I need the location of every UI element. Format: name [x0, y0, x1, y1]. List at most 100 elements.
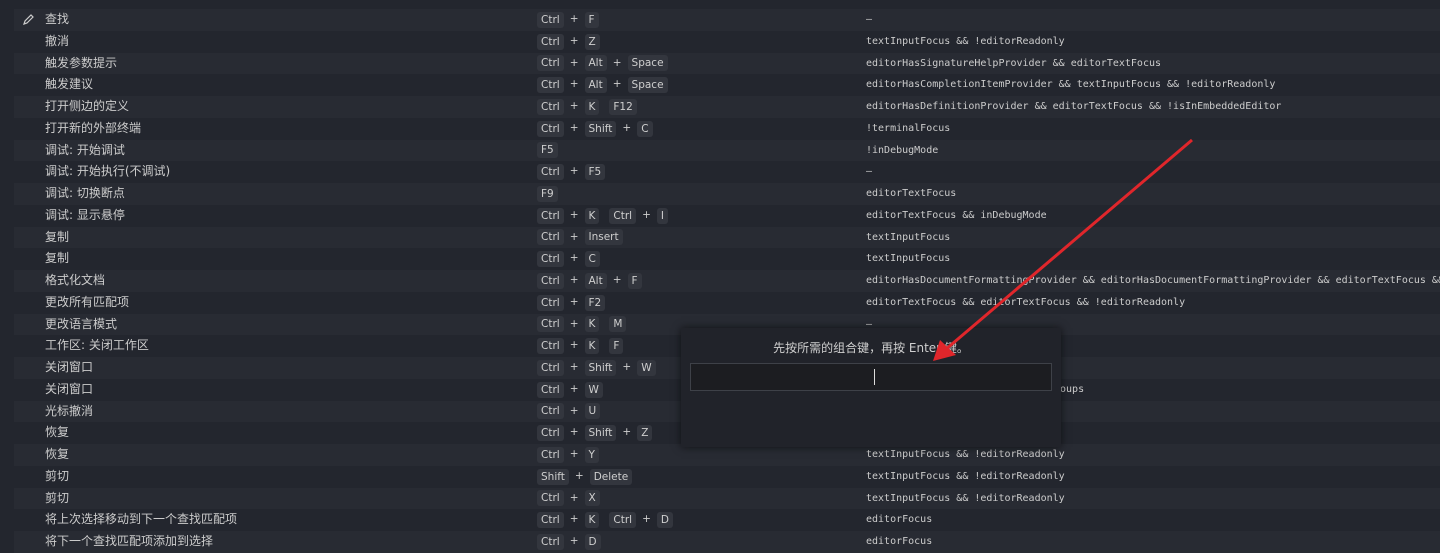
command-label: 格式化文档: [45, 273, 106, 287]
key-cap: F9: [537, 185, 558, 202]
key-cap: Z: [637, 425, 653, 442]
keybinding-row[interactable]: 调试: 开始调试 F5 !inDebugMode: [14, 139, 1440, 162]
key-cap: Delete: [589, 468, 633, 485]
when-clause: textInputFocus && !editorReadonly: [866, 470, 1065, 482]
keybinding-row[interactable]: 复制 Ctrl + Insert textInputFocus: [14, 226, 1440, 249]
key-cap: X: [584, 490, 600, 507]
key-cap: K: [584, 98, 600, 115]
key-cap: Ctrl: [537, 359, 564, 376]
keybinding-row[interactable]: 格式化文档 Ctrl + Alt + F editorHasDocumentFormatti…: [14, 270, 1440, 292]
key-cap: Space: [627, 77, 668, 94]
when-clause: —: [866, 14, 873, 25]
command-label: 复制: [45, 229, 70, 244]
key-cap: D: [584, 533, 601, 550]
key-cap: U: [584, 403, 601, 420]
keybinding-input[interactable]: [690, 363, 1052, 391]
keybinding-row[interactable]: 复制 Ctrl + C textInputFocus: [14, 248, 1440, 270]
key-cap: Ctrl: [537, 316, 564, 333]
plus-separator: +: [569, 208, 579, 221]
keybinding-row[interactable]: 查找 Ctrl + F —: [14, 9, 1440, 31]
plus-separator: +: [569, 426, 579, 439]
key-cap: F5: [584, 164, 606, 181]
key-cap: Ctrl: [537, 512, 564, 529]
when-clause: editorHasSignatureHelpProvider && editor…: [866, 57, 1162, 69]
key-cap: Z: [584, 33, 600, 50]
key-cap: Space: [627, 55, 668, 72]
plus-separator: +: [622, 426, 632, 439]
keybinding-row[interactable]: 调试: 显示悬停 Ctrl + K Ctrl + IeditorTextFocus && i…: [14, 205, 1440, 227]
keybinding-row[interactable]: 触发建议 Ctrl + Alt + Space editorHasCompletionIte…: [14, 74, 1440, 96]
command-label: 关闭窗口: [45, 360, 94, 374]
keybinding-row[interactable]: 恢复 Ctrl + YtextInputFocus && !editorReadonl…: [14, 444, 1440, 466]
key-cap: Alt: [584, 272, 607, 289]
key-cap: Alt: [584, 77, 607, 94]
key-cap: Insert: [584, 229, 623, 246]
plus-separator: +: [569, 535, 579, 547]
keybinding-keys: Ctrl + Alt + F: [537, 270, 642, 292]
key-cap: Ctrl: [537, 207, 564, 224]
keybinding-row[interactable]: 打开新的外部终端 Ctrl + Shift + C !terminalFocus: [14, 118, 1440, 140]
keybinding-row[interactable]: 将下一个查找匹配项添加到选择 Ctrl + DeditorFocus: [14, 531, 1440, 553]
plus-separator: +: [569, 252, 579, 265]
when-clause: !inDebugMode: [866, 144, 939, 156]
keybinding-row[interactable]: 打开侧边的定义 Ctrl + K F12 editorHasDefinitionProvi…: [14, 96, 1440, 118]
keybinding-row[interactable]: 剪切 Shift + Delete textInputFocus && !editorR…: [14, 466, 1440, 488]
keybinding-row[interactable]: 撤消 Ctrl + ZtextInputFocus && !editorReadonl…: [14, 31, 1440, 53]
command-label: 更改语言模式: [45, 316, 118, 331]
command-label: 查找: [45, 12, 70, 26]
keybinding-row[interactable]: 触发参数提示 Ctrl + Alt + Space editorHasSignatureHe…: [14, 52, 1440, 75]
key-cap: C: [637, 120, 653, 137]
plus-separator: +: [612, 56, 622, 69]
key-cap: Ctrl: [537, 272, 564, 289]
key-cap: Ctrl: [537, 446, 564, 463]
keybinding-row[interactable]: 将上次选择移动到下一个查找匹配项 Ctrl + K Ctrl + DeditorFocus: [14, 509, 1440, 531]
when-clause: editorFocus: [866, 536, 933, 547]
key-cap: F2: [584, 294, 606, 311]
key-cap: Ctrl: [537, 381, 564, 398]
keybinding-keys: Ctrl + K F12: [537, 96, 637, 118]
keybinding-keys: Shift + Delete: [537, 466, 633, 488]
command-label: 剪切: [45, 468, 70, 483]
key-cap: Alt: [584, 55, 607, 72]
keybinding-keys: Ctrl + K Ctrl + I: [537, 205, 668, 227]
key-cap: Ctrl: [537, 533, 564, 550]
command-label: 复制: [45, 251, 70, 266]
keybinding-row[interactable]: 调试: 开始执行(不调试) Ctrl + F5 —: [14, 161, 1440, 183]
keybinding-keys: Ctrl + F: [537, 9, 599, 31]
keybinding-keys: Ctrl + K F: [537, 335, 624, 357]
plus-separator: +: [569, 339, 579, 352]
plus-separator: +: [569, 78, 579, 91]
key-cap: Ctrl: [537, 120, 564, 137]
when-clause: textInputFocus: [866, 253, 951, 265]
keybinding-row[interactable]: 剪切 Ctrl + XtextInputFocus && !editorReadonl…: [14, 487, 1440, 510]
key-cap: F: [584, 11, 599, 28]
command-label: 打开侧边的定义: [45, 99, 130, 113]
key-cap: F5: [537, 142, 558, 159]
key-cap: Ctrl: [537, 294, 564, 311]
plus-separator: +: [569, 100, 579, 112]
plus-separator: +: [569, 361, 579, 373]
plus-separator: +: [569, 56, 579, 69]
key-cap: F12: [609, 98, 637, 115]
edit-pencil-icon[interactable]: [21, 13, 35, 27]
when-clause: editorHasDocumentFormattingProvider && e…: [866, 275, 1440, 286]
key-cap: F: [627, 272, 642, 289]
plus-separator: +: [569, 295, 579, 308]
key-cap: Ctrl: [537, 98, 564, 115]
key-cap: Ctrl: [609, 512, 637, 529]
keybinding-row[interactable]: 调试: 切换断点 F9 editorTextFocus: [14, 183, 1440, 205]
keybinding-keys: Ctrl + Y: [537, 444, 599, 466]
command-label: 恢复: [45, 447, 70, 461]
keybinding-keys: Ctrl + C: [537, 248, 600, 270]
command-label: 将上次选择移动到下一个查找匹配项: [45, 512, 238, 527]
keybinding-row[interactable]: 更改所有匹配项 Ctrl + F2 editorTextFocus && editorT…: [14, 292, 1440, 314]
command-label: 触发建议: [45, 77, 94, 92]
plus-separator: +: [612, 78, 622, 91]
define-keybinding-dialog: 先按所需的组合键，再按 Enter 键。: [681, 328, 1061, 447]
key-cap: Ctrl: [537, 425, 564, 442]
keybinding-keys: Ctrl + Shift + C: [537, 118, 653, 140]
when-clause: —: [866, 166, 873, 178]
command-label: 将下一个查找匹配项添加到选择: [45, 534, 214, 548]
key-cap: Shift: [537, 468, 569, 485]
key-cap: Ctrl: [537, 11, 564, 28]
